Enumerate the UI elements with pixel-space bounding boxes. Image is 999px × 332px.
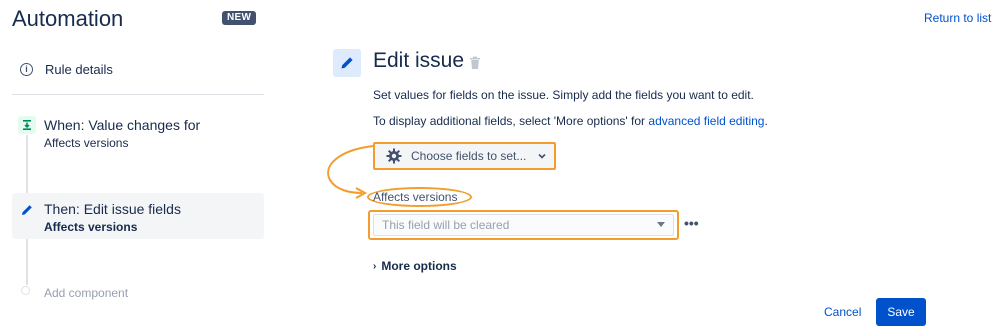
trash-icon[interactable] bbox=[469, 56, 481, 70]
field-label: Affects versions bbox=[373, 190, 458, 204]
action-title: Then: Edit issue fields bbox=[44, 201, 181, 217]
affects-versions-select[interactable]: This field will be cleared bbox=[373, 214, 674, 236]
add-component-dot bbox=[21, 286, 30, 295]
more-options-toggle[interactable]: › More options bbox=[373, 259, 457, 273]
description-text: Set values for fields on the issue. Simp… bbox=[373, 88, 754, 102]
more-options-label: More options bbox=[381, 259, 457, 273]
rule-details-label: Rule details bbox=[45, 62, 113, 77]
cancel-button[interactable]: Cancel bbox=[824, 305, 861, 319]
advanced-editing-text: To display additional fields, select 'Mo… bbox=[373, 114, 768, 128]
save-button[interactable]: Save bbox=[876, 298, 926, 326]
choose-fields-label: Choose fields to set... bbox=[411, 149, 527, 163]
pencil-icon bbox=[20, 203, 34, 217]
advanced-suffix: . bbox=[764, 114, 768, 128]
info-icon: i bbox=[20, 63, 33, 76]
advanced-prefix: To display additional fields, select 'Mo… bbox=[373, 114, 649, 128]
action-subtitle: Affects versions bbox=[44, 220, 138, 234]
sidebar-item-rule-details[interactable]: i Rule details bbox=[20, 62, 113, 77]
trigger-icon bbox=[18, 116, 36, 134]
edit-issue-icon bbox=[333, 49, 361, 77]
gear-icon bbox=[386, 148, 402, 164]
chevron-down-icon bbox=[538, 153, 546, 159]
new-badge: NEW bbox=[222, 11, 257, 25]
more-actions-icon[interactable]: ••• bbox=[684, 215, 699, 231]
chevron-right-icon: › bbox=[373, 260, 377, 272]
caret-down-icon bbox=[657, 222, 665, 227]
trigger-subtitle: Affects versions bbox=[44, 136, 129, 150]
add-component-link[interactable]: Add component bbox=[44, 286, 128, 300]
sidebar-divider bbox=[12, 94, 264, 95]
advanced-field-editing-link[interactable]: advanced field editing bbox=[648, 114, 764, 128]
return-to-list-link[interactable]: Return to list bbox=[924, 11, 991, 25]
app-title: Automation bbox=[12, 6, 124, 31]
page-title: Edit issue bbox=[373, 49, 465, 72]
sidebar-item-trigger[interactable]: When: Value changes for bbox=[44, 117, 200, 133]
choose-fields-button[interactable]: Choose fields to set... bbox=[373, 142, 556, 170]
